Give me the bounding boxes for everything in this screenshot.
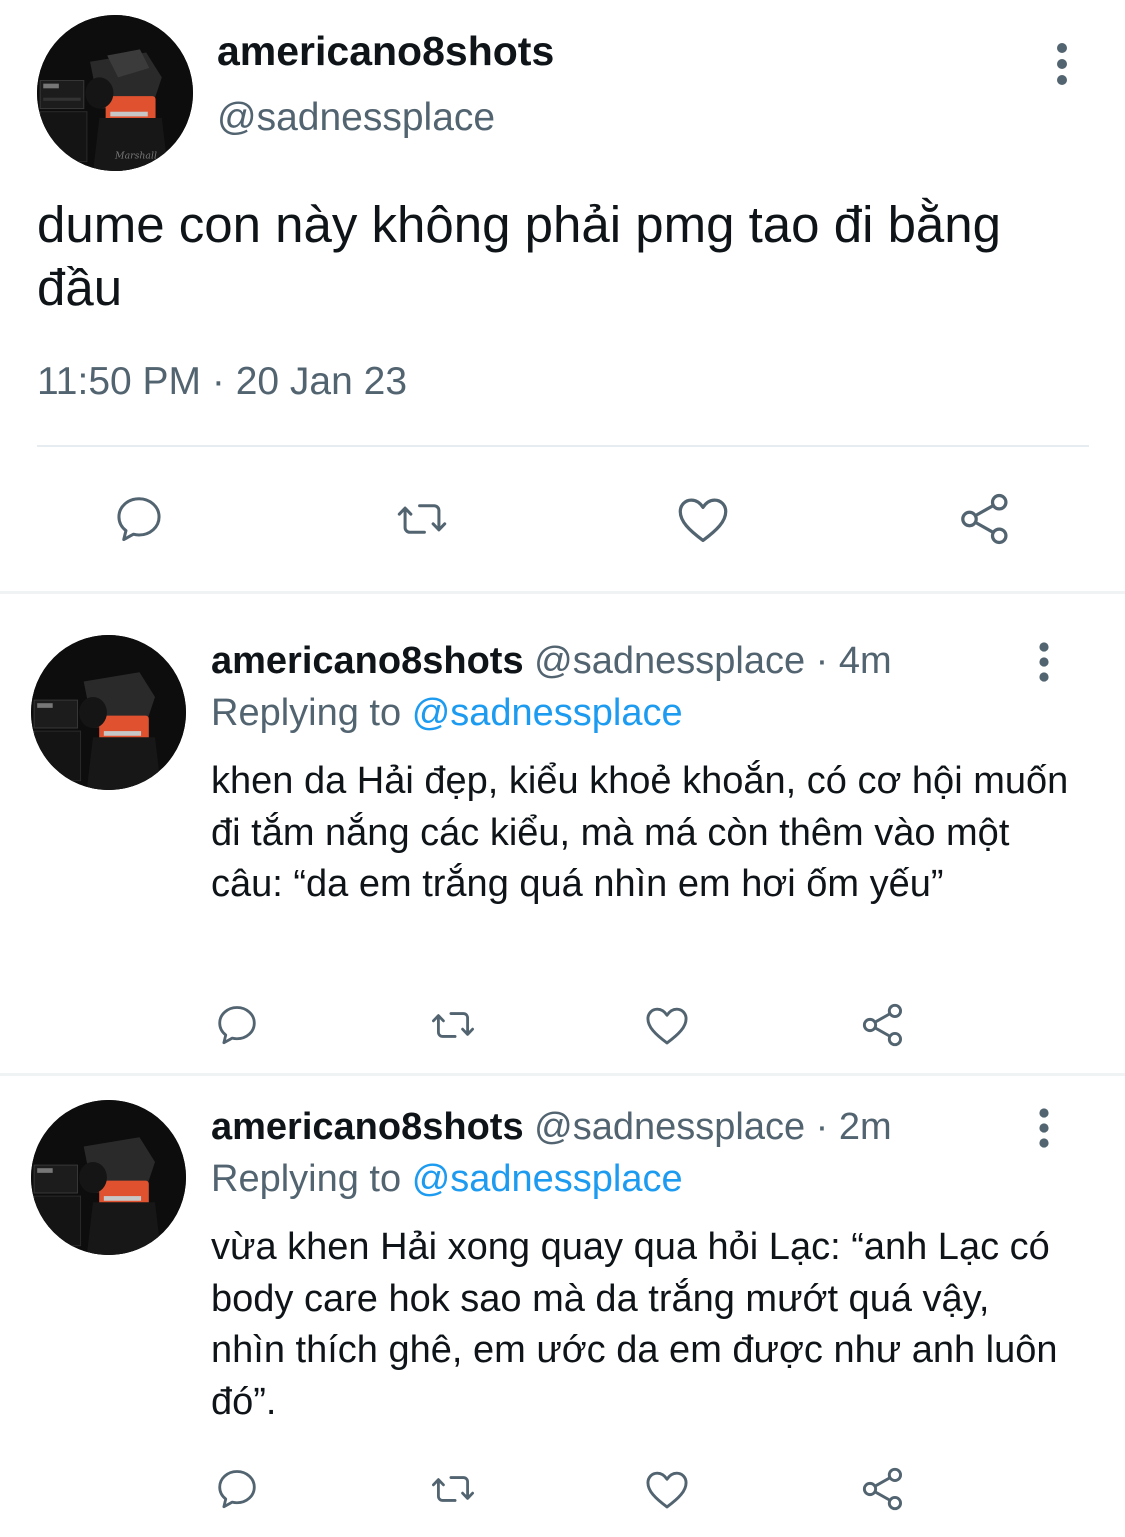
like-button[interactable]	[638, 996, 696, 1054]
avatar[interactable]	[31, 635, 186, 790]
replying-label: Replying to	[211, 1158, 402, 1200]
replying-to: Replying to @sadnessplace	[211, 1158, 683, 1201]
tweet-timestamp[interactable]: 11:50 PM · 20 Jan 23	[37, 360, 407, 404]
retweet-icon	[432, 1012, 474, 1038]
more-vertical-icon	[1039, 1108, 1049, 1148]
reply-icon	[218, 1470, 256, 1509]
author-name[interactable]: americano8shots	[211, 1106, 524, 1148]
share-icon	[862, 1467, 903, 1511]
more-vertical-icon	[1039, 642, 1049, 682]
author-handle[interactable]: @sadnessplace	[534, 1106, 805, 1148]
reply-icon	[117, 497, 161, 542]
retweet-icon	[432, 1476, 474, 1502]
reply-button[interactable]	[208, 996, 266, 1054]
heart-icon	[678, 498, 728, 543]
svg-text:Marshall: Marshall	[114, 151, 157, 162]
author-handle[interactable]: @sadnessplace	[217, 96, 495, 140]
reply-icon	[218, 1006, 256, 1045]
retweet-button[interactable]	[385, 484, 459, 554]
more-vertical-icon	[1057, 43, 1067, 85]
main-tweet: Marshall americano8shots @sadnessplace d…	[0, 0, 1125, 592]
reply-button[interactable]	[208, 1460, 266, 1518]
share-button[interactable]	[854, 996, 912, 1054]
share-button[interactable]	[950, 484, 1020, 554]
reply-tweet[interactable]: americano8shots @sadnessplace · 4m Reply…	[0, 594, 1125, 1074]
replying-label: Replying to	[211, 692, 402, 734]
reply-button[interactable]	[104, 484, 174, 554]
more-options-button[interactable]	[1042, 34, 1082, 94]
author-handle[interactable]: @sadnessplace	[534, 640, 805, 682]
like-button[interactable]	[668, 484, 738, 554]
tweet-age[interactable]: 2m	[839, 1106, 892, 1148]
avatar[interactable]: Marshall	[37, 15, 193, 171]
replying-to: Replying to @sadnessplace	[211, 692, 683, 735]
heart-icon	[646, 1007, 688, 1045]
tweet-text: dume con này không phải pmg tao đi bằng …	[37, 196, 1002, 316]
tweet-text: khen da Hải đẹp, kiểu khoẻ khoắn, có cơ …	[211, 760, 1069, 905]
retweet-icon	[397, 504, 447, 534]
author-name[interactable]: americano8shots	[211, 640, 524, 682]
tweet-age[interactable]: 4m	[839, 640, 892, 682]
avatar-image: Marshall	[37, 15, 193, 171]
reply-header: americano8shots @sadnessplace · 2m	[211, 1106, 892, 1149]
mention-link[interactable]: @sadnessplace	[412, 692, 683, 734]
separator-dot: ·	[815, 1106, 829, 1148]
reply-tweet[interactable]: americano8shots @sadnessplace · 2m Reply…	[0, 1076, 1125, 1537]
share-button[interactable]	[854, 1460, 912, 1518]
separator-dot: ·	[815, 640, 829, 682]
avatar[interactable]	[31, 1100, 186, 1255]
share-icon	[961, 493, 1008, 545]
more-options-button[interactable]	[1024, 1098, 1064, 1158]
tweet-text: vừa khen Hải xong quay qua hỏi Lạc: “anh…	[211, 1226, 1058, 1423]
retweet-button[interactable]	[422, 996, 484, 1054]
share-icon	[862, 1003, 903, 1047]
like-button[interactable]	[638, 1460, 696, 1518]
mention-link[interactable]: @sadnessplace	[412, 1158, 683, 1200]
avatar-image	[31, 1100, 186, 1255]
divider	[37, 445, 1089, 447]
more-options-button[interactable]	[1024, 632, 1064, 692]
avatar-image	[31, 635, 186, 790]
retweet-button[interactable]	[422, 1460, 484, 1518]
author-name[interactable]: americano8shots	[217, 28, 554, 75]
heart-icon	[646, 1471, 688, 1509]
reply-header: americano8shots @sadnessplace · 4m	[211, 640, 892, 683]
